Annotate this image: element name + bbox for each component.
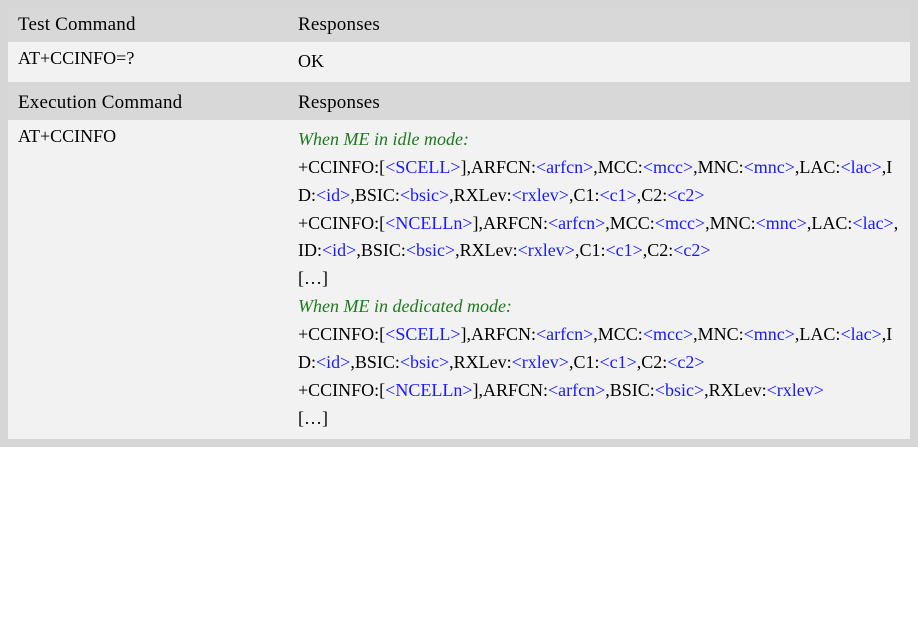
response-cell: OK — [288, 42, 910, 82]
table-row: AT+CCINFO=? OK — [8, 42, 910, 82]
response-line: […] — [298, 405, 900, 433]
command-cell: AT+CCINFO — [8, 120, 288, 439]
response-text: +CCINFO:[ — [298, 324, 385, 344]
response-block: OK — [298, 48, 900, 76]
response-parameter: <mcc> — [655, 213, 705, 233]
response-text: ],ARFCN: — [460, 324, 536, 344]
response-text: ,BSIC: — [605, 380, 655, 400]
response-parameter: <mnc> — [744, 324, 795, 344]
response-parameter: <c1> — [599, 185, 636, 205]
response-text: ,C2: — [637, 352, 668, 372]
response-mode-label: When ME in dedicated mode: — [298, 296, 512, 316]
response-text: ,RXLev: — [704, 380, 767, 400]
response-text: ,LAC: — [807, 213, 853, 233]
response-text: ,RXLev: — [449, 185, 512, 205]
response-parameter: <NCELLn> — [385, 213, 472, 233]
response-parameter: <id> — [322, 240, 356, 260]
at-command-table: Test CommandResponsesAT+CCINFO=?OKExecut… — [8, 8, 910, 439]
response-parameter: <c2> — [667, 185, 704, 205]
response-text: ,C2: — [637, 185, 668, 205]
response-parameter: <c2> — [673, 240, 710, 260]
response-cell: When ME in idle mode:+CCINFO:[<SCELL>],A… — [288, 120, 910, 439]
response-parameter: <rxlev> — [767, 380, 824, 400]
command-cell: AT+CCINFO=? — [8, 42, 288, 82]
response-text: ,C1: — [575, 240, 606, 260]
response-text: ],ARFCN: — [472, 213, 548, 233]
response-text: ,MCC: — [593, 324, 643, 344]
response-parameter: <bsic> — [655, 380, 704, 400]
response-parameter: <arfcn> — [536, 157, 593, 177]
header-responses: Responses — [288, 86, 910, 120]
response-text: […] — [298, 268, 328, 288]
response-parameter: <lac> — [852, 213, 893, 233]
response-parameter: <id> — [316, 185, 350, 205]
response-parameter: <lac> — [840, 157, 881, 177]
response-text: ,RXLev: — [449, 352, 512, 372]
response-parameter: <bsic> — [400, 185, 449, 205]
response-parameter: <bsic> — [406, 240, 455, 260]
response-line: +CCINFO:[<NCELLn>],ARFCN:<arfcn>,BSIC:<b… — [298, 377, 900, 405]
response-parameter: <NCELLn> — [385, 380, 472, 400]
response-parameter: <bsic> — [400, 352, 449, 372]
response-text: ,C2: — [643, 240, 674, 260]
response-line: When ME in idle mode: — [298, 126, 900, 154]
response-parameter: <mnc> — [756, 213, 807, 233]
response-text: ,C1: — [569, 185, 600, 205]
response-text: ,BSIC: — [350, 185, 400, 205]
response-parameter: <c1> — [599, 352, 636, 372]
response-text: ,MNC: — [693, 157, 744, 177]
header-command: Test Command — [8, 8, 288, 42]
response-text: ],ARFCN: — [472, 380, 548, 400]
response-line: […] — [298, 265, 900, 293]
response-parameter: <arfcn> — [548, 213, 605, 233]
response-text: ,MCC: — [605, 213, 655, 233]
response-line: +CCINFO:[<SCELL>],ARFCN:<arfcn>,MCC:<mcc… — [298, 321, 900, 377]
section-header-row: Execution CommandResponses — [8, 86, 910, 120]
response-text: OK — [298, 51, 324, 71]
section-header-row: Test CommandResponses — [8, 8, 910, 42]
response-parameter: <mnc> — [744, 157, 795, 177]
response-block: When ME in idle mode:+CCINFO:[<SCELL>],A… — [298, 126, 900, 433]
reference-table-container: Test CommandResponsesAT+CCINFO=?OKExecut… — [0, 0, 918, 447]
response-parameter: <SCELL> — [385, 324, 460, 344]
response-mode-label: When ME in idle mode: — [298, 129, 469, 149]
response-parameter: <rxlev> — [512, 185, 569, 205]
response-text: +CCINFO:[ — [298, 213, 385, 233]
header-responses: Responses — [288, 8, 910, 42]
response-parameter: <rxlev> — [518, 240, 575, 260]
response-text: +CCINFO:[ — [298, 380, 385, 400]
response-parameter: <arfcn> — [536, 324, 593, 344]
response-text: ,BSIC: — [350, 352, 400, 372]
response-parameter: <lac> — [840, 324, 881, 344]
response-text: ,MNC: — [693, 324, 744, 344]
response-text: ,RXLev: — [455, 240, 518, 260]
response-parameter: <SCELL> — [385, 157, 460, 177]
response-parameter: <id> — [316, 352, 350, 372]
response-parameter: <mcc> — [643, 157, 693, 177]
response-text: +CCINFO:[ — [298, 157, 385, 177]
response-text: ,MCC: — [593, 157, 643, 177]
response-parameter: <arfcn> — [548, 380, 605, 400]
response-text: ,LAC: — [795, 157, 841, 177]
response-parameter: <rxlev> — [512, 352, 569, 372]
response-line: +CCINFO:[<NCELLn>],ARFCN:<arfcn>,MCC:<mc… — [298, 210, 900, 266]
response-parameter: <c2> — [667, 352, 704, 372]
response-text: ,BSIC: — [356, 240, 406, 260]
response-text: ,C1: — [569, 352, 600, 372]
header-command: Execution Command — [8, 86, 288, 120]
response-parameter: <mcc> — [643, 324, 693, 344]
response-line: OK — [298, 48, 900, 76]
response-parameter: <c1> — [605, 240, 642, 260]
response-text: ,LAC: — [795, 324, 841, 344]
table-body: Test CommandResponsesAT+CCINFO=?OKExecut… — [8, 8, 910, 439]
response-text: […] — [298, 408, 328, 428]
response-text: ,MNC: — [705, 213, 756, 233]
response-line: When ME in dedicated mode: — [298, 293, 900, 321]
response-line: +CCINFO:[<SCELL>],ARFCN:<arfcn>,MCC:<mcc… — [298, 154, 900, 210]
response-text: ],ARFCN: — [460, 157, 536, 177]
table-row: AT+CCINFOWhen ME in idle mode:+CCINFO:[<… — [8, 120, 910, 439]
